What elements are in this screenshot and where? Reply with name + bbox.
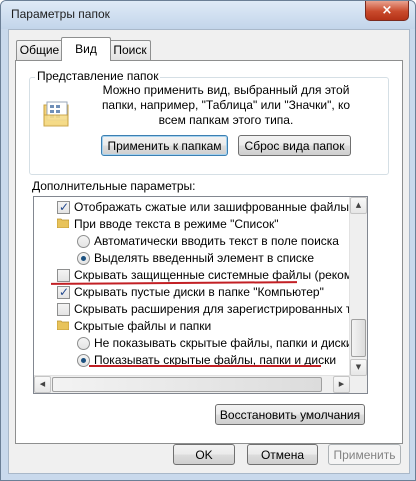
cancel-button[interactable]: Отмена [247,444,318,465]
checkmark-icon: ✓ [59,285,70,299]
scroll-left-button[interactable]: ◀ [34,376,51,393]
list-item-label: При вводе текста в режиме "Список" [74,217,279,231]
window-title: Параметры папок [11,7,110,21]
radio-dot-icon [81,256,86,261]
checkbox-hide-extensions[interactable] [57,303,70,316]
scroll-up-button[interactable]: ▲ [350,197,367,214]
restore-defaults-button[interactable]: Восстановить умолчания [215,404,365,425]
checkbox-hide-protected-files[interactable] [57,269,70,282]
radio-auto-type-search[interactable] [77,235,90,248]
tab-search[interactable]: Поиск [109,40,151,60]
checkmark-icon: ✓ [59,200,70,214]
vertical-scrollbar[interactable]: ▲ ▼ [349,197,367,376]
folder-views-label: Представление папок [35,69,161,83]
annotation-underline [89,365,321,367]
list-item-label: Выделять введенный элемент в списке [94,251,314,265]
list-item-label: Автоматически вводить текст в поле поиск… [94,234,339,248]
list-item-label: Отображать сжатые или зашифрованные файл… [74,200,368,214]
radio-dot-icon [81,358,86,363]
checkbox-hide-empty-drives[interactable]: ✓ [57,285,70,299]
advanced-settings-label: Дополнительные параметры: [32,179,196,193]
list-item-label: Скрытые файлы и папки [74,319,212,333]
list-item-label: Скрывать пустые диски в папке "Компьютер… [74,285,324,299]
list-item-label: Скрывать расширения для зарегистрированн… [74,302,367,316]
apply-button[interactable]: Применить [328,444,401,465]
folder-grid-icon [43,101,69,127]
title-bar[interactable]: Параметры папок × [1,1,415,29]
folder-icon [57,320,69,330]
folder-icon [57,218,69,228]
scroll-down-button[interactable]: ▼ [350,359,367,376]
reset-folders-button[interactable]: Сброс вида папок [238,135,351,156]
vertical-scroll-thumb[interactable] [351,319,366,357]
close-icon: × [381,3,393,18]
scroll-right-button[interactable]: ▶ [333,376,350,393]
tab-general[interactable]: Общие [16,40,63,60]
list-item-label: Не показывать скрытые файлы, папки и дис… [94,336,353,350]
tab-view-label: Вид [75,42,97,56]
close-button[interactable]: × [365,1,409,21]
horizontal-scrollbar[interactable]: ◀ ▶ [34,375,350,393]
radio-select-typed-item[interactable] [77,252,90,265]
checkbox-show-encrypted[interactable]: ✓ [57,200,70,214]
folder-views-description: Можно применить вид, выбранный для этой … [101,83,351,127]
tab-general-label: Общие [19,43,60,57]
tab-view[interactable]: Вид [61,37,111,61]
apply-to-folders-button[interactable]: Применить к папкам [101,135,228,156]
tab-search-label: Поиск [113,43,147,57]
ok-button[interactable]: OK [173,444,235,465]
folder-options-window: Параметры папок × Общие Вид Поиск Предст… [0,0,416,481]
scrollbar-corner [350,376,367,393]
radio-dont-show-hidden[interactable] [77,337,90,350]
horizontal-scroll-thumb[interactable] [52,377,322,392]
